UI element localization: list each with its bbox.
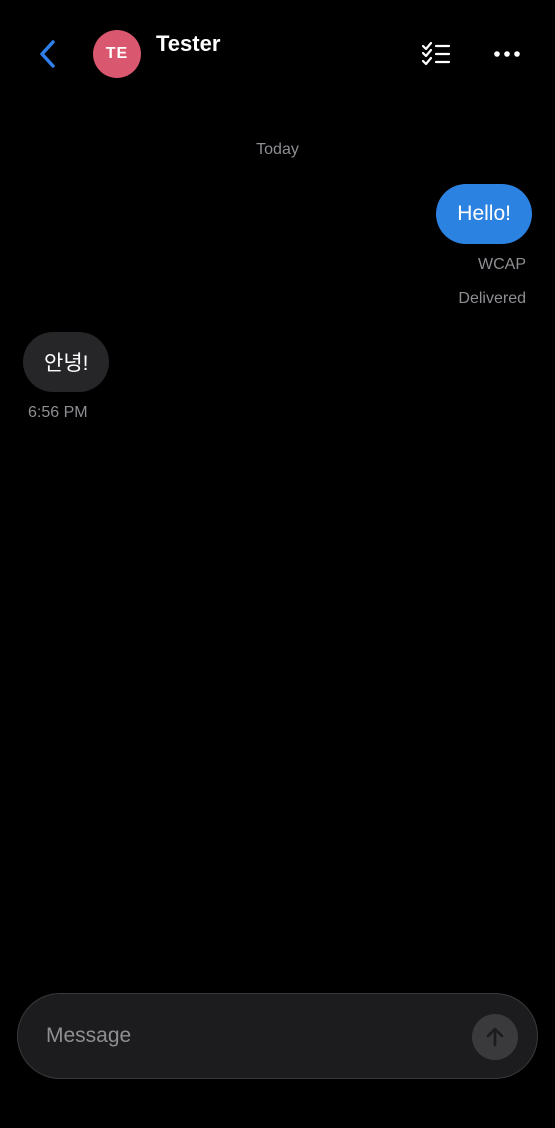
date-separator: Today [256, 141, 299, 158]
arrow-up-icon [486, 1027, 504, 1047]
send-button[interactable] [472, 1014, 518, 1060]
avatar[interactable]: TE [93, 30, 141, 78]
message-sender-tag: WCAP [478, 256, 526, 273]
message-text: 안녕! [44, 352, 89, 375]
checklist-button[interactable] [418, 36, 454, 72]
avatar-initials: TE [105, 45, 129, 62]
more-options-button[interactable] [488, 36, 526, 72]
checklist-icon [421, 41, 451, 66]
contact-name[interactable]: Tester [156, 31, 220, 57]
more-horizontal-icon [494, 51, 520, 57]
message-timestamp: 6:56 PM [28, 404, 88, 421]
message-text: Hello! [457, 202, 511, 225]
outgoing-message-bubble[interactable]: Hello! [436, 184, 532, 244]
incoming-message-bubble[interactable]: 안녕! [23, 332, 110, 392]
back-button[interactable] [28, 32, 68, 76]
message-composer [17, 993, 538, 1079]
delivery-status: Delivered [458, 290, 526, 307]
conversation-header: TE Tester [0, 0, 555, 110]
message-input[interactable] [46, 994, 466, 1078]
chevron-left-icon [40, 40, 55, 68]
